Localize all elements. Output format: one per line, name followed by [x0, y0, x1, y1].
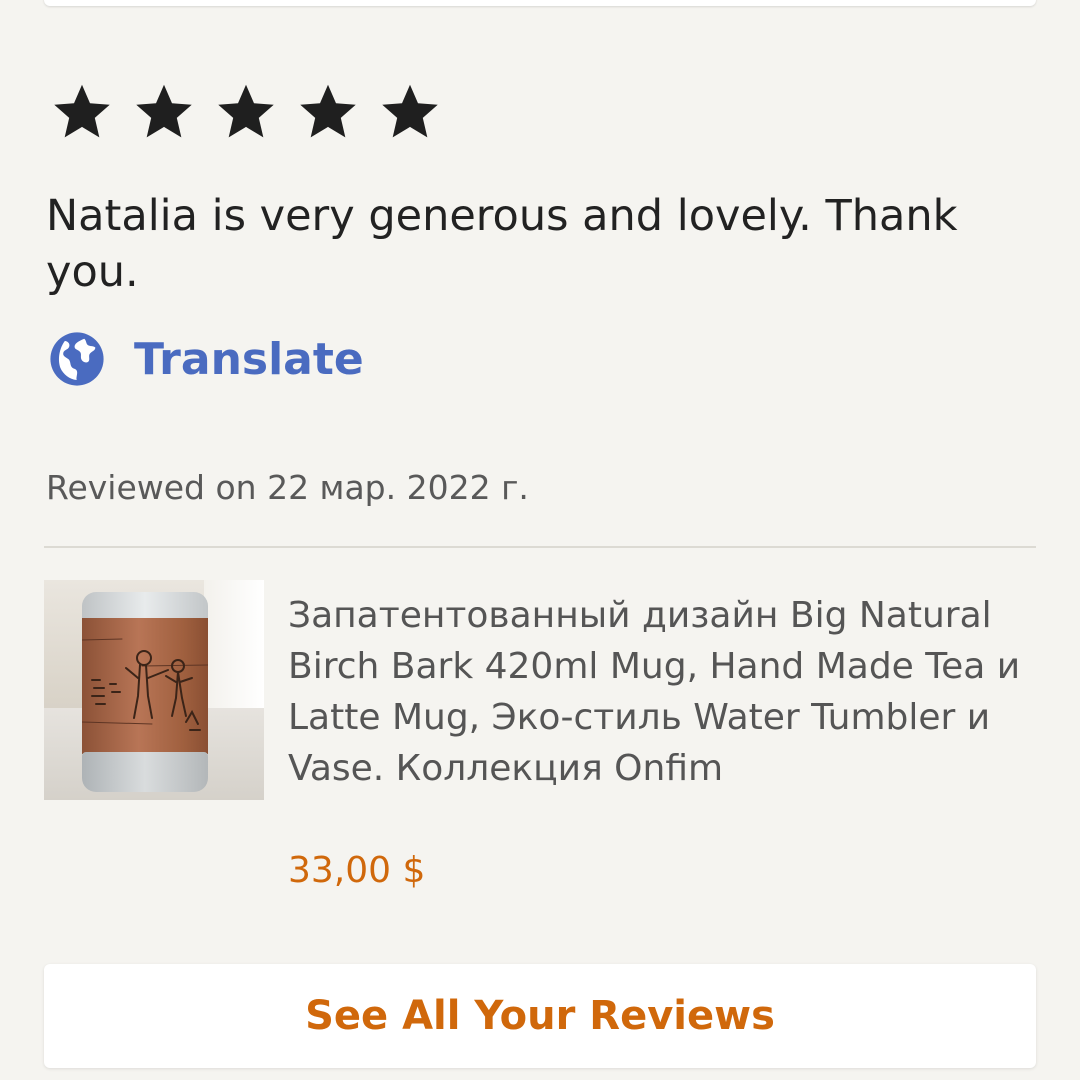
previous-card-edge [44, 0, 1036, 6]
translate-label: Translate [134, 333, 364, 385]
divider [44, 546, 1036, 548]
translate-button[interactable]: Translate [48, 330, 364, 388]
review-text: Natalia is very generous and lovely. Tha… [46, 191, 958, 297]
see-all-reviews-button[interactable]: See All Your Reviews [44, 964, 1036, 1068]
star-rating [50, 80, 442, 144]
listing-thumbnail[interactable] [44, 580, 264, 800]
star-icon [378, 80, 442, 144]
review-date: Reviewed on 22 мар. 2022 г. [46, 468, 529, 507]
star-icon [214, 80, 278, 144]
listing-title[interactable]: Запатентованный дизайн Big Natural Birch… [288, 590, 1028, 794]
star-icon [132, 80, 196, 144]
listing-price: 33,00 $ [288, 850, 426, 891]
star-icon [296, 80, 360, 144]
thumbnail-window [204, 580, 264, 710]
mug-base [82, 752, 208, 792]
listing-link[interactable]: Запатентованный дизайн Big Natural Birch… [44, 580, 1036, 900]
mug-bark-sleeve [82, 618, 208, 754]
see-all-reviews-label: See All Your Reviews [305, 993, 775, 1039]
star-icon [50, 80, 114, 144]
globe-icon [48, 330, 106, 388]
